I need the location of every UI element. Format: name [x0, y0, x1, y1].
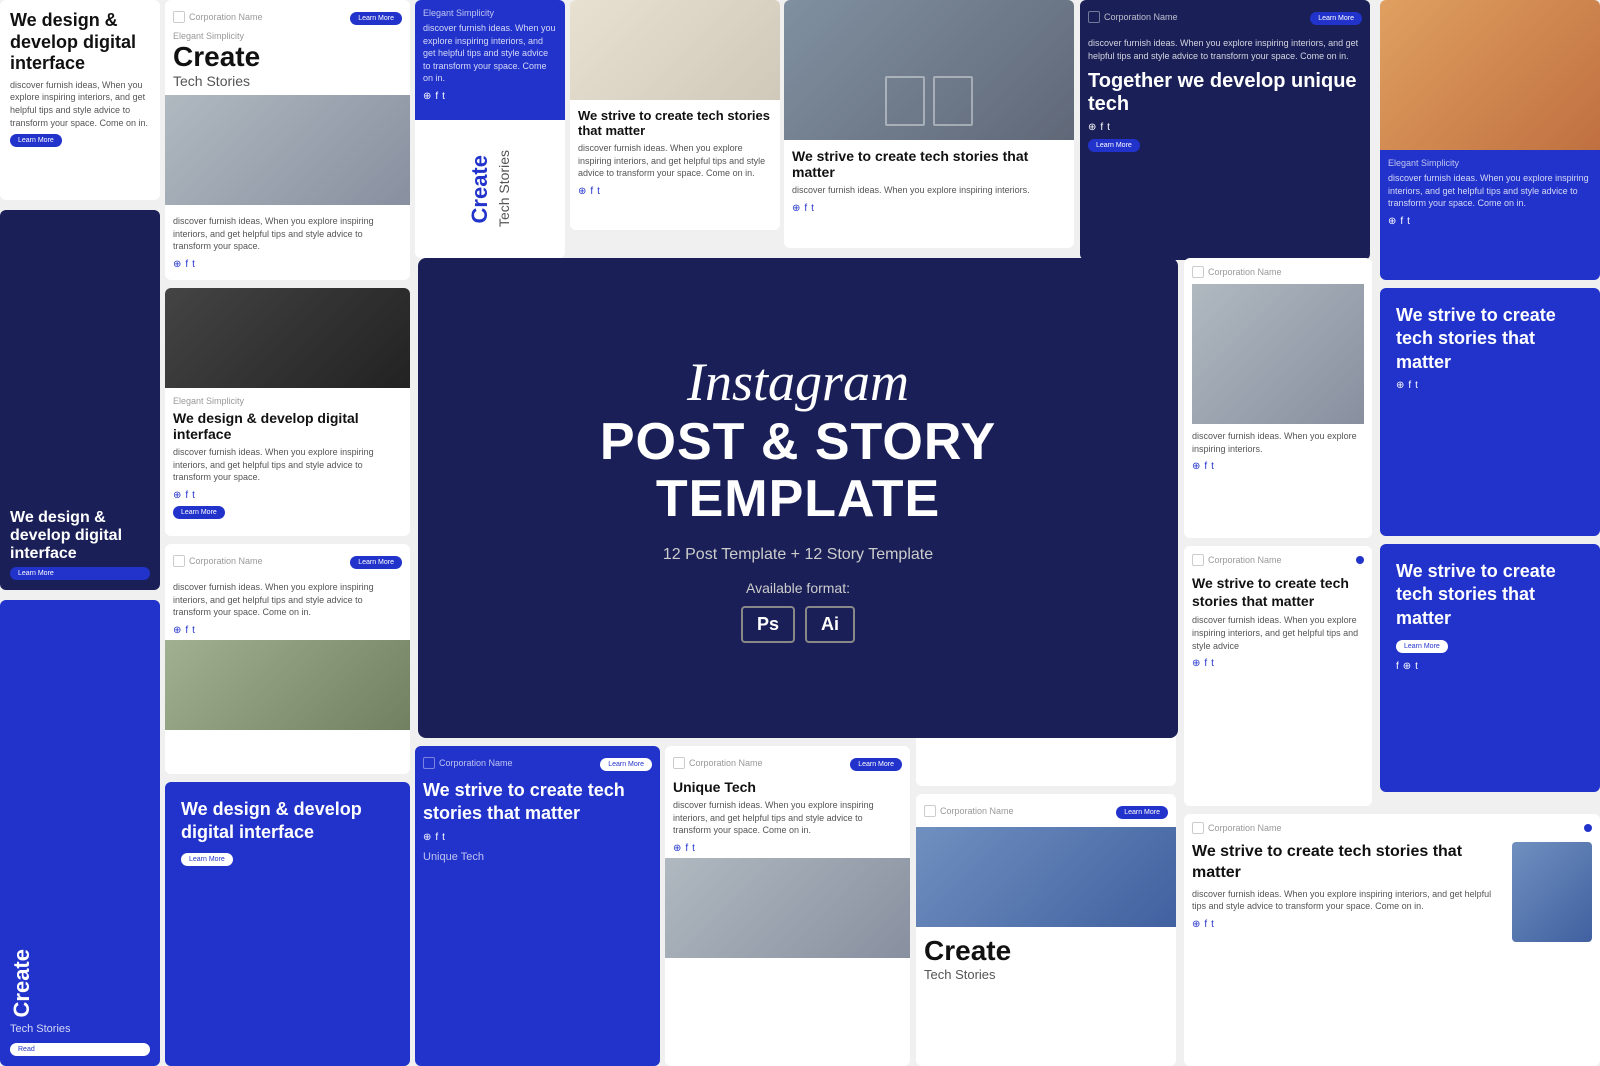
card-top-left: We design & develop digital interface di… [0, 0, 160, 200]
story6-title: We design & develop digital interface [181, 798, 394, 845]
card-story7: We strive to create tech stories that ma… [1380, 544, 1600, 792]
post14-image [1512, 842, 1592, 942]
card-story1: Elegant Simplicity discover furnish idea… [415, 0, 565, 258]
post9-image [665, 858, 910, 958]
post5-image [165, 288, 410, 388]
post11-image [916, 827, 1176, 927]
card-story5: Create Tech Stories Read [0, 600, 160, 1066]
post4-title: Together we develop unique tech [1088, 70, 1362, 116]
post14-title: We strive to create tech stories that ma… [1192, 842, 1504, 884]
ps-badge: Ps [741, 606, 795, 643]
post2-title: We strive to create tech stories that ma… [578, 108, 772, 138]
card-post4: Corporation Name Learn More discover fur… [1080, 0, 1370, 260]
card-post12: Corporation Name discover furnish ideas.… [1184, 258, 1372, 538]
format-badges: Ps Ai [741, 606, 855, 643]
card-story6: We design & develop digital interface Le… [165, 782, 410, 1066]
script-title: Instagram [687, 353, 909, 412]
card-story4: We strive to create tech stories that ma… [1380, 288, 1600, 536]
card-post13: Corporation Name We strive to create tec… [1184, 546, 1372, 806]
story4-title: We strive to create tech stories that ma… [1396, 304, 1584, 374]
card-post7: Corporation Name Learn More discover fur… [165, 544, 410, 774]
post11-subtitle: Tech Stories [924, 967, 1168, 982]
post1-title: Create [173, 41, 402, 73]
ai-badge: Ai [805, 606, 855, 643]
story7-title: We strive to create tech stories that ma… [1396, 560, 1584, 630]
post1-image [165, 95, 410, 205]
card-story3: We design & develop digital interface Le… [0, 210, 160, 590]
card-story2: Elegant Simplicity discover furnish idea… [1380, 0, 1600, 280]
post7-image [165, 640, 410, 730]
post5-title: We design & develop digital interface [173, 410, 402, 442]
card-post14: Corporation Name We strive to create tec… [1184, 814, 1600, 1066]
story1-vertical: Create [468, 155, 492, 223]
post2-image [570, 0, 780, 100]
post1-subtitle: Tech Stories [173, 73, 402, 89]
card-post8: Corporation Name Learn More We strive to… [415, 746, 660, 1066]
subtitle: 12 Post Template + 12 Story Template [663, 546, 933, 564]
card-tl-btn[interactable]: Learn More [10, 134, 62, 147]
card-post11: Corporation Name Learn More Create Tech … [916, 794, 1176, 1066]
format-label: Available format: [746, 580, 850, 596]
post1-label: Elegant Simplicity [173, 31, 402, 41]
card-post9: Corporation Name Learn More Unique Tech … [665, 746, 910, 1066]
post12-image [1192, 284, 1364, 424]
card-post3: We strive to create tech stories that ma… [784, 0, 1074, 248]
post9-title: Unique Tech [673, 779, 902, 795]
card-tl-title: We design & develop digital interface [10, 10, 150, 75]
post1-social: ⊕ft [173, 259, 402, 270]
post8-title: We strive to create tech stories that ma… [423, 779, 652, 826]
story5-title: Create [10, 949, 150, 1017]
story2-image [1380, 0, 1600, 150]
card-post1: Corporation Name Learn More Elegant Simp… [165, 0, 410, 280]
center-panel: Instagram POST & STORY TEMPLATE 12 Post … [418, 258, 1178, 738]
post11-title: Create [924, 935, 1168, 967]
post13-title: We strive to create tech stories that ma… [1192, 574, 1364, 610]
post3-image [784, 0, 1074, 140]
post3-title: We strive to create tech stories that ma… [792, 148, 1066, 180]
card-post1-btn[interactable]: Learn More [350, 12, 402, 25]
story3-title: We design & develop digital interface [10, 509, 150, 563]
block-title: POST & STORY TEMPLATE [600, 414, 996, 528]
card-post5: Elegant Simplicity We design & develop d… [165, 288, 410, 536]
card-tl-body: discover furnish ideas, When you explore… [10, 79, 150, 129]
card-post2: We strive to create tech stories that ma… [570, 0, 780, 230]
